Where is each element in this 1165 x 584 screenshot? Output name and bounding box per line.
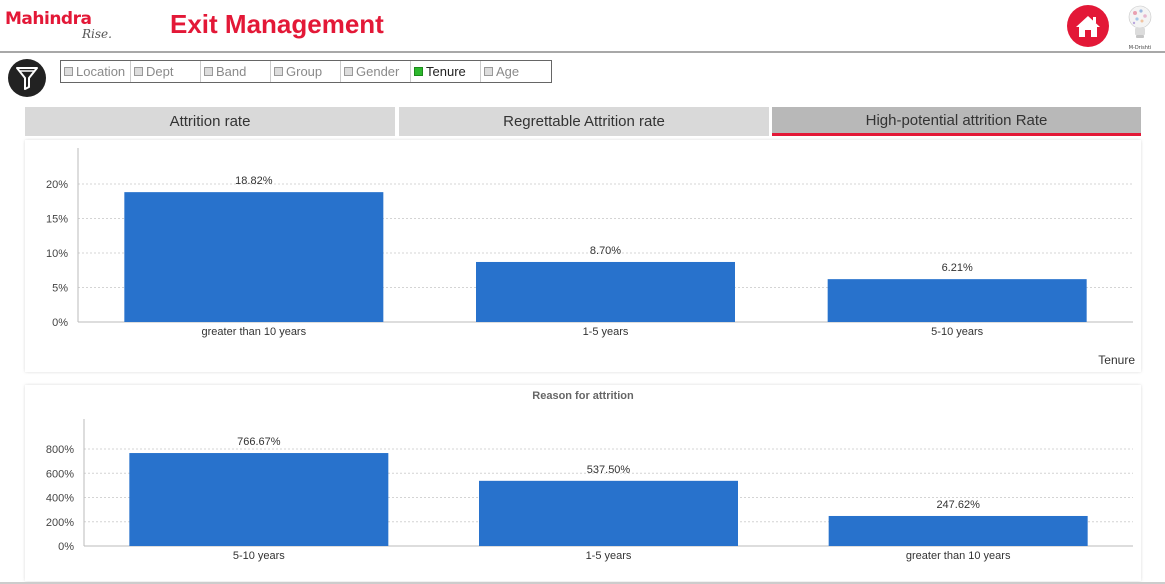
filter-option-label: Group: [286, 64, 323, 79]
mahindra-logo: Mahindra Rise.: [5, 10, 112, 40]
tenure-attrition-chart: 0% 5% 10% 15% 20% 18.82% greater than 10 years…: [46, 148, 1135, 367]
tab-label: Regrettable Attrition rate: [503, 113, 665, 130]
filter-option-band[interactable]: Band: [201, 61, 271, 82]
data-label: 8.70%: [590, 245, 621, 257]
page-title: Exit Management: [170, 9, 384, 39]
x-tick-label: greater than 10 years: [906, 550, 1011, 562]
home-icon: [1076, 16, 1100, 37]
funnel-icon: [16, 67, 38, 90]
checkbox-icon: [204, 67, 213, 76]
lightbulb-icon: [1128, 5, 1152, 38]
tab-high-potential-attrition-rate[interactable]: High-potential attrition Rate: [772, 107, 1141, 136]
bar-greater-than-10-years: [124, 192, 384, 322]
y-tick-label: 5%: [52, 283, 68, 295]
tenure-attrition-chart-panel: 0% 5% 10% 15% 20% 18.82% greater than 10 years…: [25, 140, 1141, 372]
home-button[interactable]: [1067, 5, 1109, 47]
checkbox-icon: [64, 67, 73, 76]
data-label: 537.50%: [587, 464, 631, 476]
y-tick-label: 0%: [52, 317, 68, 329]
tab-label: Attrition rate: [169, 113, 251, 130]
filter-option-tenure[interactable]: Tenure: [411, 61, 481, 82]
filter-option-dept[interactable]: Dept: [131, 61, 201, 82]
data-label: 766.67%: [237, 436, 281, 448]
tab-label: High-potential attrition Rate: [865, 111, 1048, 129]
filter-option-age[interactable]: Age: [481, 61, 551, 82]
x-axis-title: Tenure: [1098, 353, 1135, 367]
y-tick-label: 800%: [46, 444, 74, 456]
checkbox-icon: [274, 67, 283, 76]
x-tick-label: greater than 10 years: [202, 326, 307, 338]
tenure-filter-slicer: Location Dept Band Group Gender Tenure Age: [60, 60, 552, 83]
y-tick-label: 20%: [46, 179, 68, 191]
filter-option-label: Band: [216, 64, 247, 79]
y-tick-label: 15%: [46, 214, 68, 226]
x-tick-label: 5-10 years: [931, 326, 983, 338]
tab-attrition-rate[interactable]: Attrition rate: [25, 107, 395, 136]
reason-for-attrition-chart-panel: Reason for attrition 0% 200% 400% 600% 800% 7…: [25, 385, 1141, 581]
x-tick-label: 1-5 years: [583, 326, 629, 338]
bar-1-5-years: [476, 261, 735, 322]
bar-5-10-years: [129, 453, 389, 546]
bar-greater-than-10-years: [828, 515, 1088, 546]
y-tick-label: 10%: [46, 248, 68, 260]
data-label: 6.21%: [942, 262, 973, 274]
tab-regrettable-attrition-rate[interactable]: Regrettable Attrition rate: [399, 107, 769, 136]
filter-button[interactable]: [8, 59, 46, 97]
checkbox-icon: [414, 67, 423, 76]
y-tick-label: 400%: [46, 493, 74, 505]
checkbox-icon: [484, 67, 493, 76]
metric-tabs: Attrition rate Regrettable Attrition rate…: [25, 107, 1141, 136]
y-tick-label: 600%: [46, 468, 74, 480]
bar-5-10-years: [827, 279, 1087, 322]
data-label: 247.62%: [936, 499, 980, 511]
filter-option-label: Dept: [146, 64, 174, 79]
checkbox-icon: [344, 67, 353, 76]
filter-option-group[interactable]: Group: [271, 61, 341, 82]
filter-option-gender[interactable]: Gender: [341, 61, 411, 82]
filter-option-label: Gender: [356, 64, 400, 79]
brand-name: Mahindra: [5, 9, 92, 29]
header-divider: [0, 51, 1165, 53]
x-tick-label: 5-10 years: [233, 550, 285, 562]
checkbox-icon: [134, 67, 143, 76]
filter-option-label: Tenure: [426, 64, 466, 79]
app-header: Mahindra Rise. Exit Management M-Drishti: [0, 0, 1165, 52]
y-tick-label: 0%: [58, 541, 74, 553]
data-label: 18.82%: [235, 175, 273, 187]
brand-tagline: Rise.: [82, 27, 112, 41]
bar-1-5-years: [479, 480, 738, 546]
reason-for-attrition-chart: 0% 200% 400% 600% 800% 766.67% 5-10 years 537.5…: [46, 419, 1133, 562]
filter-option-location[interactable]: Location: [61, 61, 131, 82]
y-tick-label: 200%: [46, 517, 74, 529]
x-tick-label: 1-5 years: [586, 550, 632, 562]
m-drishti-logo: M-Drishti: [1120, 4, 1160, 51]
filter-option-label: Location: [76, 64, 126, 79]
filter-option-label: Age: [496, 64, 520, 79]
